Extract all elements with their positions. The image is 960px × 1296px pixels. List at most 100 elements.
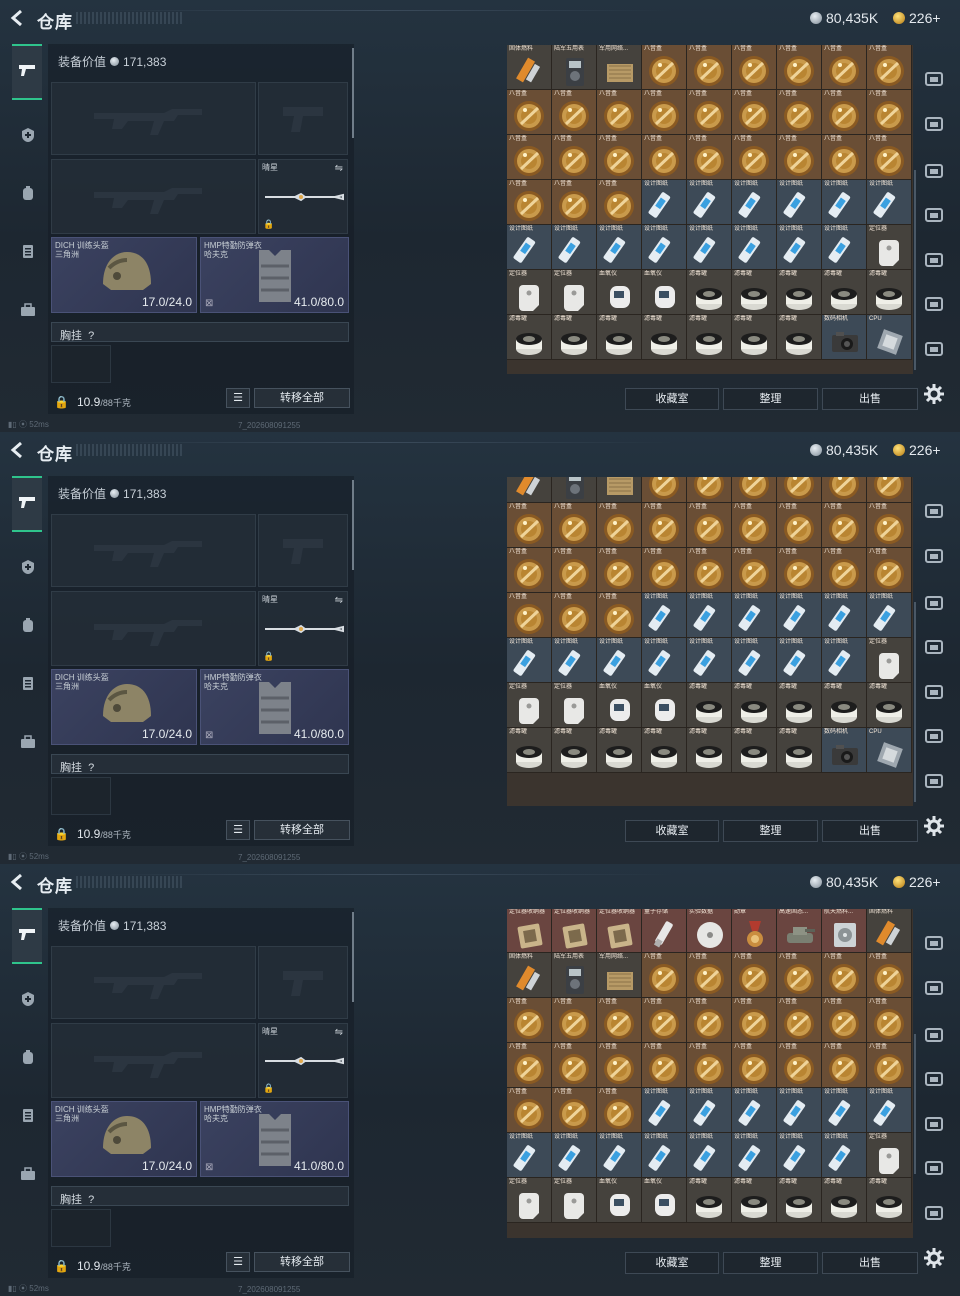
storage-item-medal[interactable]: 勋章 <box>732 909 777 953</box>
storage-item-coin[interactable]: 八音盒 <box>867 548 912 593</box>
helmet-slot[interactable]: DICH 训练头盔 三角洲 17.0/24.0 <box>51 669 197 745</box>
storage-item-coin[interactable]: 八音盒 <box>867 953 912 998</box>
storage-item-blueprint[interactable]: 设计图纸 <box>687 638 732 683</box>
storage-item-blueprint[interactable]: 设计图纸 <box>822 225 867 270</box>
storage-tier-5-button[interactable] <box>923 1202 945 1224</box>
storage-item-coin[interactable]: 八音盒 <box>822 135 867 180</box>
silver-currency[interactable]: 80,435K <box>810 442 878 458</box>
storage-item-blueprint[interactable]: 设计图纸 <box>642 1088 687 1133</box>
storage-tier-1-button[interactable] <box>923 977 945 999</box>
storage-item-coin[interactable]: 八音盒 <box>732 1043 777 1088</box>
chest-rig-bar[interactable]: 胸挂 ? <box>51 322 349 342</box>
storage-item-coin[interactable]: 八音盒 <box>867 477 912 503</box>
melee-slot[interactable]: 晴星 ⇋ 🔒 <box>258 1023 348 1098</box>
storage-item-fuel[interactable]: 固体燃料 <box>867 909 912 953</box>
nav-backpack[interactable] <box>12 610 44 644</box>
chest-rig-slot[interactable] <box>51 1209 111 1247</box>
storage-item-coin[interactable]: 八音盒 <box>507 998 552 1043</box>
storage-item-coin[interactable]: 八音盒 <box>822 1043 867 1088</box>
storage-item-disc[interactable]: 实验数据 <box>687 909 732 953</box>
storage-item-coin[interactable]: 八音盒 <box>687 503 732 548</box>
storage-item-filter[interactable]: 滤毒罐 <box>687 683 732 728</box>
storage-item-coin[interactable]: 八音盒 <box>552 180 597 225</box>
storage-item-blueprint[interactable]: 设计图纸 <box>867 593 912 638</box>
storage-item-filter[interactable]: 滤毒罐 <box>777 315 822 360</box>
storage-item-coin[interactable]: 八音盒 <box>867 998 912 1043</box>
storage-item-blueprint[interactable]: 设计图纸 <box>642 1133 687 1178</box>
storage-item-filter[interactable]: 滤毒罐 <box>642 315 687 360</box>
storage-item-coin[interactable]: 八音盒 <box>822 90 867 135</box>
list-view-button[interactable]: ☰ <box>226 820 250 840</box>
storage-item-oximeter[interactable]: 血氧仪 <box>597 1178 642 1223</box>
storage-item-blueprint[interactable]: 设计图纸 <box>597 1133 642 1178</box>
equipment-scrollbar[interactable] <box>352 912 354 1002</box>
chest-rig-bar[interactable]: 胸挂 ? <box>51 754 349 774</box>
storage-item-blueprint[interactable]: 设计图纸 <box>642 225 687 270</box>
storage-item-coin[interactable]: 八音盒 <box>552 503 597 548</box>
storage-item-blueprint[interactable]: 设计图纸 <box>777 593 822 638</box>
storage-tier-2-button[interactable] <box>923 1024 945 1046</box>
storage-item-blueprint[interactable]: 设计图纸 <box>597 225 642 270</box>
storage-item-meter[interactable]: 陆军五用表 <box>552 477 597 503</box>
swap-icon[interactable]: ⇋ <box>335 163 343 174</box>
transfer-all-button[interactable]: 转移全部 <box>254 388 350 408</box>
storage-item-oximeter[interactable]: 血氧仪 <box>642 1178 687 1223</box>
storage-item-coin[interactable]: 八音盒 <box>552 548 597 593</box>
storage-item-coin[interactable]: 八音盒 <box>732 503 777 548</box>
storage-item-net[interactable]: 军用网络... <box>597 953 642 998</box>
back-icon[interactable] <box>10 441 24 459</box>
storage-item-blueprint[interactable]: 设计图纸 <box>552 1133 597 1178</box>
storage-item-blueprint[interactable]: 设计图纸 <box>732 1088 777 1133</box>
storage-item-coin[interactable]: 八音盒 <box>597 135 642 180</box>
storage-tier-4-button[interactable] <box>923 249 945 271</box>
vault-button[interactable] <box>923 932 945 954</box>
storage-item-cpu[interactable]: CPU <box>867 315 912 360</box>
storage-item-coin[interactable]: 八音盒 <box>777 503 822 548</box>
primary-weapon-slot[interactable] <box>51 514 256 587</box>
storage-item-coin[interactable]: 八音盒 <box>597 548 642 593</box>
storage-item-filter[interactable]: 滤毒罐 <box>552 728 597 773</box>
storage-item-fuel[interactable]: 固体燃料 <box>507 953 552 998</box>
storage-item-blueprint[interactable]: 设计图纸 <box>777 180 822 225</box>
storage-item-filter[interactable]: 滤毒罐 <box>732 728 777 773</box>
storage-item-locator[interactable]: 定位器 <box>507 683 552 728</box>
storage-item-coin[interactable]: 八音盒 <box>777 998 822 1043</box>
storage-item-oximeter[interactable]: 血氧仪 <box>642 683 687 728</box>
settings-button[interactable] <box>923 1247 945 1269</box>
storage-item-coin[interactable]: 八音盒 <box>507 135 552 180</box>
collection-room-button[interactable]: 收藏室 <box>625 388 719 410</box>
swap-icon[interactable]: ⇋ <box>335 1027 343 1038</box>
storage-item-blueprint[interactable]: 设计图纸 <box>777 225 822 270</box>
storage-item-filter[interactable]: 滤毒罐 <box>777 1178 822 1223</box>
storage-item-coin[interactable]: 八音盒 <box>687 135 732 180</box>
storage-item-locator[interactable]: 定位器 <box>552 683 597 728</box>
storage-item-blueprint[interactable]: 设计图纸 <box>822 180 867 225</box>
collection-room-button[interactable]: 收藏室 <box>625 1252 719 1274</box>
storage-tier-5-button[interactable] <box>923 770 945 792</box>
storage-tier-1-button[interactable] <box>923 113 945 135</box>
storage-item-filter[interactable]: 滤毒罐 <box>597 728 642 773</box>
storage-item-coin[interactable]: 八音盒 <box>642 45 687 90</box>
storage-item-blueprint[interactable]: 设计图纸 <box>687 1088 732 1133</box>
storage-item-filter[interactable]: 滤毒罐 <box>597 315 642 360</box>
storage-item-blueprint[interactable]: 设计图纸 <box>687 180 732 225</box>
secondary-weapon-slot[interactable] <box>51 591 256 666</box>
storage-item-coin[interactable]: 八音盒 <box>687 548 732 593</box>
storage-item-coin[interactable]: 八音盒 <box>642 998 687 1043</box>
list-view-button[interactable]: ☰ <box>226 1252 250 1272</box>
chest-rig-bar[interactable]: 胸挂 ? <box>51 1186 349 1206</box>
storage-item-blueprint[interactable]: 设计图纸 <box>732 1133 777 1178</box>
storage-item-blueprint[interactable]: 设计图纸 <box>867 180 912 225</box>
storage-tier-5-button[interactable] <box>923 338 945 360</box>
nav-briefcase[interactable] <box>12 1159 44 1193</box>
transfer-all-button[interactable]: 转移全部 <box>254 1252 350 1272</box>
storage-tier-2-button[interactable] <box>923 160 945 182</box>
storage-scrollbar[interactable] <box>914 170 916 370</box>
nav-medic[interactable] <box>12 120 44 154</box>
storage-item-coin[interactable]: 八音盒 <box>732 90 777 135</box>
storage-scrollbar[interactable] <box>914 602 916 802</box>
secondary-weapon-slot[interactable] <box>51 159 256 234</box>
storage-item-blueprint[interactable]: 设计图纸 <box>822 638 867 683</box>
storage-item-locator-case[interactable]: 定位器收纳器 <box>597 909 642 953</box>
storage-item-filter[interactable]: 滤毒罐 <box>822 683 867 728</box>
